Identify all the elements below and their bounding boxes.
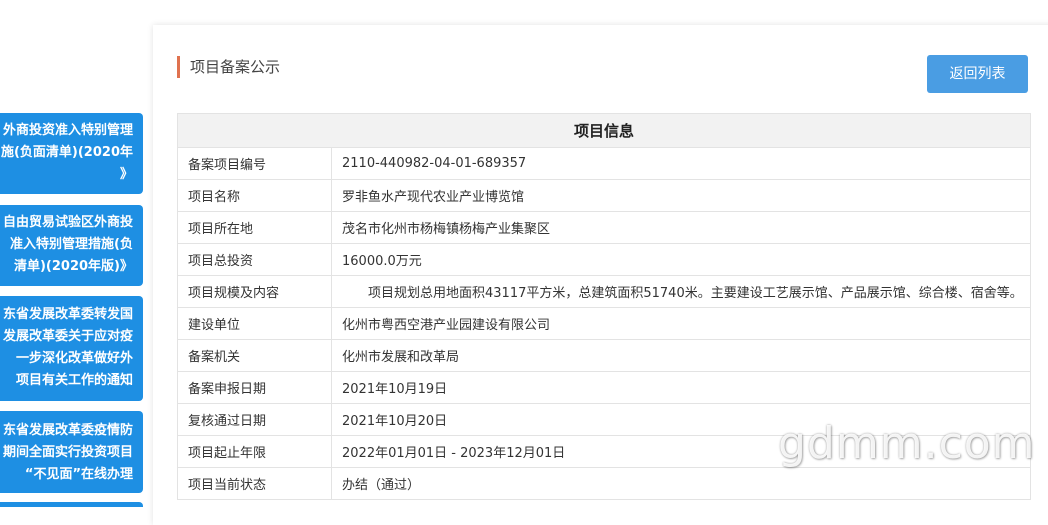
table-row: 项目所在地 茂名市化州市杨梅镇杨梅产业集聚区 xyxy=(177,211,1031,244)
sidebar-card-line: 自由贸易试验区外商投 xyxy=(2,215,133,230)
row-label: 建设单位 xyxy=(177,307,332,340)
row-value: 16000.0万元 xyxy=(331,243,1031,276)
row-value: 茂名市化州市杨梅镇杨梅产业集聚区 xyxy=(331,211,1031,244)
sidebar-card-line: 外商投资准入特别管理 xyxy=(2,123,133,138)
sidebar-card-2[interactable]: 自由贸易试验区外商投 准入特别管理措施(负 清单)(2020年版)》 xyxy=(0,205,143,286)
table-row: 项目总投资 16000.0万元 xyxy=(177,243,1031,276)
row-label: 项目所在地 xyxy=(177,211,332,244)
sidebar-card-5[interactable] xyxy=(0,502,143,507)
sidebar-card-3[interactable]: 东省发展改革委转发国 发展改革委关于应对疫 一步深化改革做好外 项目有关工作的通… xyxy=(0,296,143,401)
sidebar-card-4[interactable]: 东省发展改革委疫情防 期间全面实行投资项目 “不见面”在线办理 xyxy=(0,411,143,493)
sidebar-card-line: 项目有关工作的通知 xyxy=(15,373,133,388)
row-value: 化州市粤西空港产业园建设有限公司 xyxy=(331,307,1031,340)
row-label: 备案项目编号 xyxy=(177,147,332,180)
back-to-list-button[interactable]: 返回列表 xyxy=(927,55,1028,93)
table-row: 项目名称 罗非鱼水产现代农业产业博览馆 xyxy=(177,179,1031,212)
sidebar-card-1[interactable]: 外商投资准入特别管理 施(负面清单)(2020年 》 xyxy=(0,113,143,194)
row-label: 项目名称 xyxy=(177,179,332,212)
sidebar-card-line: 东省发展改革委疫情防 xyxy=(2,423,133,438)
page-title: 项目备案公示 xyxy=(177,56,280,78)
row-value: 化州市发展和改革局 xyxy=(331,339,1031,372)
row-label: 备案申报日期 xyxy=(177,371,332,404)
table-header: 项目信息 xyxy=(177,113,1031,148)
sidebar-card-line: 准入特别管理措施(负 xyxy=(10,237,133,252)
table-row: 备案申报日期 2021年10月19日 xyxy=(177,371,1031,404)
table-row: 备案项目编号 2110-440982-04-01-689357 xyxy=(177,147,1031,180)
table-header-row: 项目信息 xyxy=(177,113,1031,148)
row-value: 项目规划总用地面积43117平方米，总建筑面积51740米。主要建设工艺展示馆、… xyxy=(331,275,1031,308)
row-value: 2021年10月19日 xyxy=(331,371,1031,404)
site-watermark: gdmm.com xyxy=(778,418,1036,469)
row-label: 项目起止年限 xyxy=(177,435,332,468)
row-value: 2110-440982-04-01-689357 xyxy=(331,147,1031,180)
row-label: 备案机关 xyxy=(177,339,332,372)
row-label: 项目规模及内容 xyxy=(177,275,332,308)
table-row: 项目当前状态 办结（通过） xyxy=(177,467,1031,500)
table-row: 备案机关 化州市发展和改革局 xyxy=(177,339,1031,372)
sidebar-card-line: 期间全面实行投资项目 xyxy=(2,445,133,460)
table-row: 项目规模及内容 项目规划总用地面积43117平方米，总建筑面积51740米。主要… xyxy=(177,275,1031,308)
sidebar-card-line: 清单)(2020年版)》 xyxy=(13,259,133,274)
sidebar-card-line: 发展改革委关于应对疫 xyxy=(2,329,133,344)
sidebar-card-line: 东省发展改革委转发国 xyxy=(2,307,133,322)
sidebar: 外商投资准入特别管理 施(负面清单)(2020年 》 自由贸易试验区外商投 准入… xyxy=(0,0,145,507)
row-value: 办结（通过） xyxy=(331,467,1031,500)
sidebar-card-line: “不见面”在线办理 xyxy=(24,467,133,482)
row-value: 罗非鱼水产现代农业产业博览馆 xyxy=(331,179,1031,212)
table-row: 建设单位 化州市粤西空港产业园建设有限公司 xyxy=(177,307,1031,340)
row-label: 项目当前状态 xyxy=(177,467,332,500)
row-label: 项目总投资 xyxy=(177,243,332,276)
sidebar-card-line: 一步深化改革做好外 xyxy=(15,351,133,366)
row-label: 复核通过日期 xyxy=(177,403,332,436)
sidebar-card-line: 》 xyxy=(119,167,133,182)
sidebar-card-line: 施(负面清单)(2020年 xyxy=(0,145,133,160)
